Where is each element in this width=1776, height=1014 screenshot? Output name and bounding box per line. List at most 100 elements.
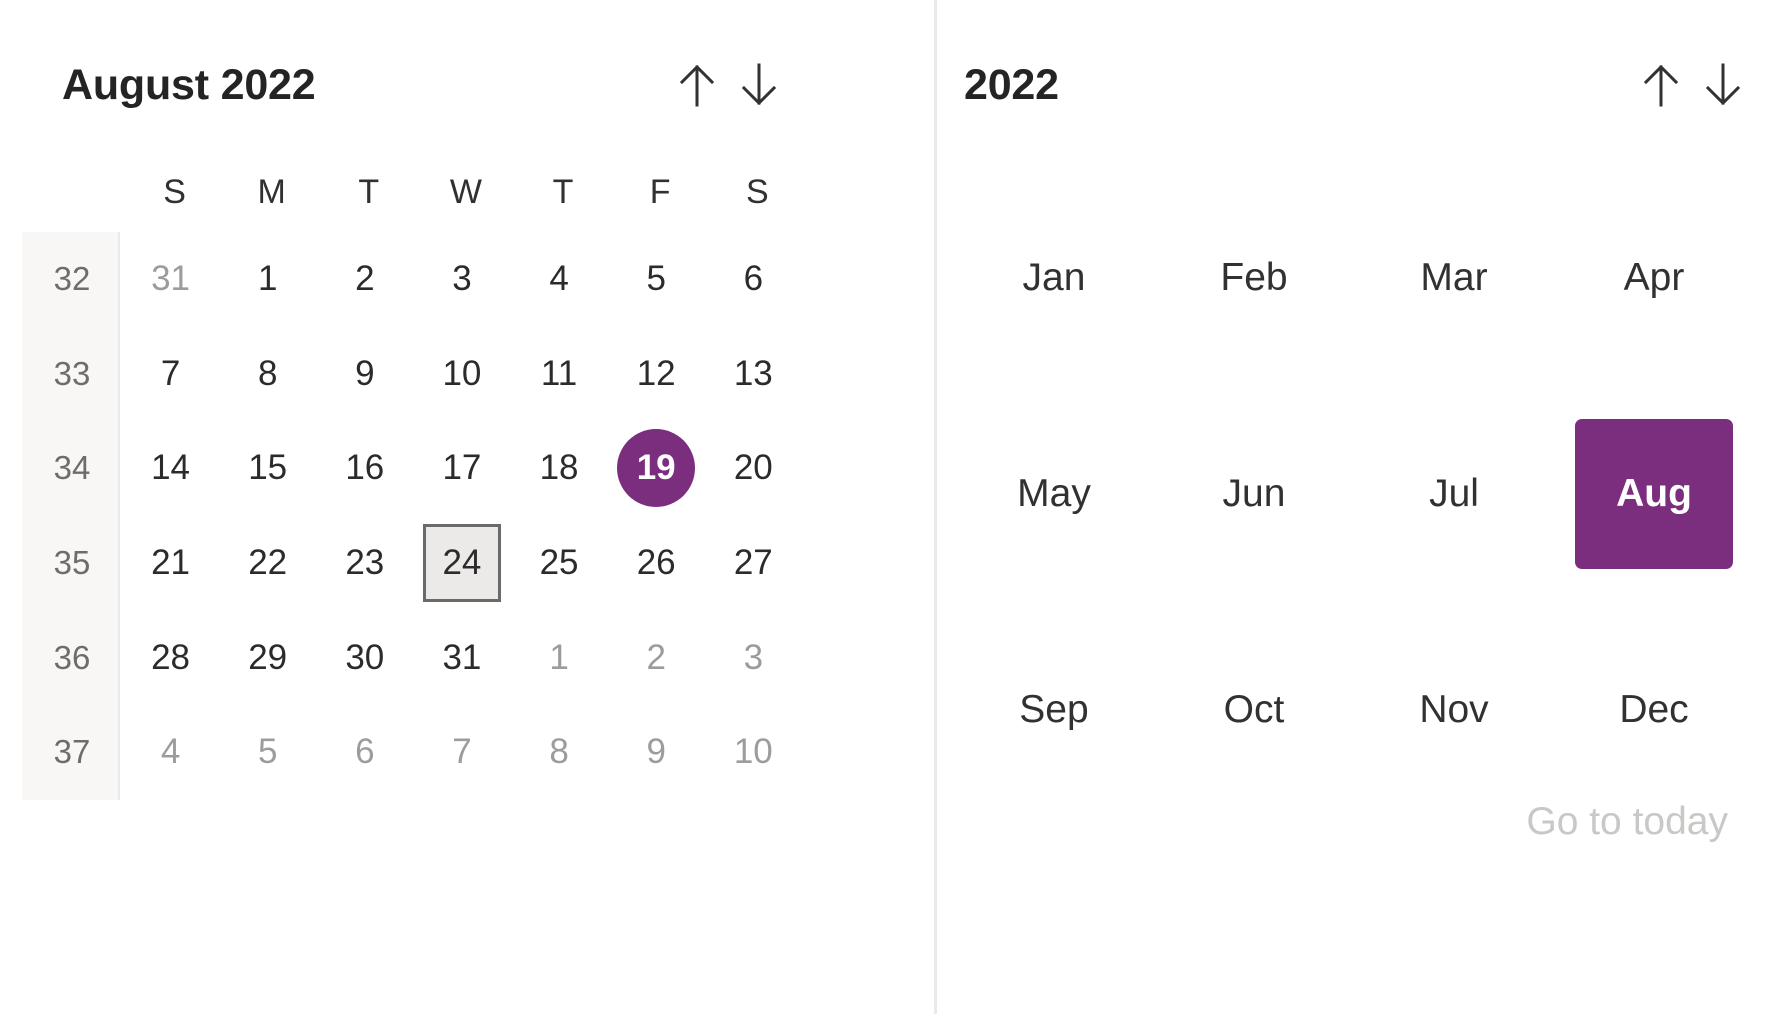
day-label: 10 — [442, 353, 482, 393]
day-cell[interactable]: 26 — [608, 516, 705, 611]
day-cell[interactable]: 3 — [413, 232, 510, 327]
day-cell[interactable]: 1 — [219, 232, 316, 327]
day-cell[interactable]: 11 — [511, 327, 608, 422]
weekday-header-cell: T — [552, 173, 574, 211]
month-cell[interactable]: Oct — [1154, 635, 1354, 785]
day-cell[interactable]: 3 — [705, 610, 802, 705]
weekday-header-row: SMTWTFS — [126, 160, 806, 224]
day-cell-focused[interactable]: 24 — [413, 516, 510, 611]
day-cell[interactable]: 6 — [705, 232, 802, 327]
month-cell[interactable]: May — [954, 419, 1154, 569]
month-label: Jan — [1022, 256, 1086, 299]
month-label: Jul — [1429, 472, 1479, 515]
month-label: Jun — [1222, 472, 1286, 515]
month-cell-selected[interactable]: Aug — [1554, 419, 1754, 569]
month-label: May — [1017, 472, 1091, 515]
day-cell[interactable]: 28 — [122, 610, 219, 705]
previous-year-button[interactable] — [1630, 54, 1692, 116]
month-picker-title: 2022 — [964, 60, 1059, 109]
month-picker-header: 2022 — [964, 45, 1754, 125]
day-label: 1 — [549, 637, 569, 677]
day-cell[interactable]: 21 — [122, 516, 219, 611]
previous-month-button[interactable] — [666, 54, 728, 116]
month-cell[interactable]: Nov — [1354, 635, 1554, 785]
day-cell[interactable]: 10 — [705, 705, 802, 800]
day-cell[interactable]: 27 — [705, 516, 802, 611]
arrow-up-icon — [1640, 62, 1682, 108]
day-label: 30 — [345, 637, 385, 677]
day-cell[interactable]: 14 — [122, 421, 219, 516]
day-label: 1 — [257, 259, 278, 299]
day-cell[interactable]: 12 — [608, 327, 705, 422]
week-number-cell: 37 — [53, 733, 91, 771]
month-cell[interactable]: Feb — [1154, 203, 1354, 353]
day-label: 17 — [442, 448, 482, 488]
day-cell[interactable]: 20 — [705, 421, 802, 516]
day-cell[interactable]: 31 — [122, 232, 219, 327]
day-label: 2 — [355, 259, 375, 299]
day-label: 27 — [733, 543, 773, 583]
day-label: 3 — [452, 259, 472, 299]
day-cell[interactable]: 22 — [219, 516, 316, 611]
day-cell[interactable]: 18 — [511, 421, 608, 516]
week-row: 36 28 29 30 31 1 2 3 — [22, 610, 806, 705]
day-label: 5 — [646, 259, 666, 299]
day-cell[interactable]: 30 — [316, 610, 413, 705]
day-cell[interactable]: 15 — [219, 421, 316, 516]
go-to-today-link[interactable]: Go to today — [1526, 800, 1744, 844]
day-cell[interactable]: 9 — [608, 705, 705, 800]
day-cell[interactable]: 31 — [413, 610, 510, 705]
day-cell[interactable]: 8 — [219, 327, 316, 422]
day-cell[interactable]: 7 — [122, 327, 219, 422]
week-row: 37 4 5 6 7 8 9 10 — [22, 705, 806, 800]
arrow-down-icon — [738, 62, 780, 108]
day-label: 7 — [452, 732, 472, 772]
month-cell[interactable]: Dec — [1554, 635, 1754, 785]
day-label: 8 — [549, 732, 569, 772]
weekday-header-cell: S — [163, 173, 186, 211]
day-label: 8 — [257, 353, 278, 393]
month-row: May Jun Jul Aug — [954, 386, 1754, 602]
month-cell[interactable]: Jul — [1354, 419, 1554, 569]
day-cell[interactable]: 5 — [219, 705, 316, 800]
day-label: 2 — [646, 637, 666, 677]
weekday-header-cell: T — [358, 173, 380, 211]
day-label: 23 — [345, 543, 385, 583]
day-cell[interactable]: 29 — [219, 610, 316, 705]
day-cell[interactable]: 4 — [511, 232, 608, 327]
day-cell[interactable]: 17 — [413, 421, 510, 516]
month-cell[interactable]: Mar — [1354, 203, 1554, 353]
day-label: 19 — [617, 429, 696, 508]
day-cell[interactable]: 10 — [413, 327, 510, 422]
day-cell[interactable]: 1 — [511, 610, 608, 705]
day-cell[interactable]: 4 — [122, 705, 219, 800]
day-cell[interactable]: 7 — [413, 705, 510, 800]
month-cell[interactable]: Jun — [1154, 419, 1354, 569]
next-year-button[interactable] — [1692, 54, 1754, 116]
day-cell[interactable]: 2 — [608, 610, 705, 705]
day-cell[interactable]: 9 — [316, 327, 413, 422]
day-cell[interactable]: 23 — [316, 516, 413, 611]
day-label: 26 — [636, 543, 676, 583]
month-picker-panel: 2022 Jan Feb Mar Apr May Jun Jul Aug Sep… — [934, 0, 1776, 1014]
day-cell[interactable]: 2 — [316, 232, 413, 327]
month-label: Feb — [1220, 256, 1288, 299]
day-cell[interactable]: 8 — [511, 705, 608, 800]
date-picker: August 2022 SM T W T F S 32 31 1 2 3 4 5… — [0, 0, 1776, 1014]
day-picker-header: August 2022 — [62, 45, 790, 125]
month-cell[interactable]: Jan — [954, 203, 1154, 353]
day-label: 3 — [743, 637, 764, 677]
day-cell[interactable]: 6 — [316, 705, 413, 800]
day-cell[interactable]: 13 — [705, 327, 802, 422]
day-cell-selected[interactable]: 19 — [608, 421, 705, 516]
month-cell[interactable]: Sep — [954, 635, 1154, 785]
day-label: 24 — [422, 524, 501, 603]
day-grid: 32 31 1 2 3 4 5 6 33 7 8 9 10 11 12 13 34 14 15 16 17 18 19 20 3… — [22, 232, 806, 800]
day-cell[interactable]: 5 — [608, 232, 705, 327]
month-label: Oct — [1223, 688, 1285, 731]
day-cell[interactable]: 16 — [316, 421, 413, 516]
month-cell[interactable]: Apr — [1554, 203, 1754, 353]
next-month-button[interactable] — [728, 54, 790, 116]
week-number-cell: 33 — [53, 354, 91, 392]
day-cell[interactable]: 25 — [511, 516, 608, 611]
